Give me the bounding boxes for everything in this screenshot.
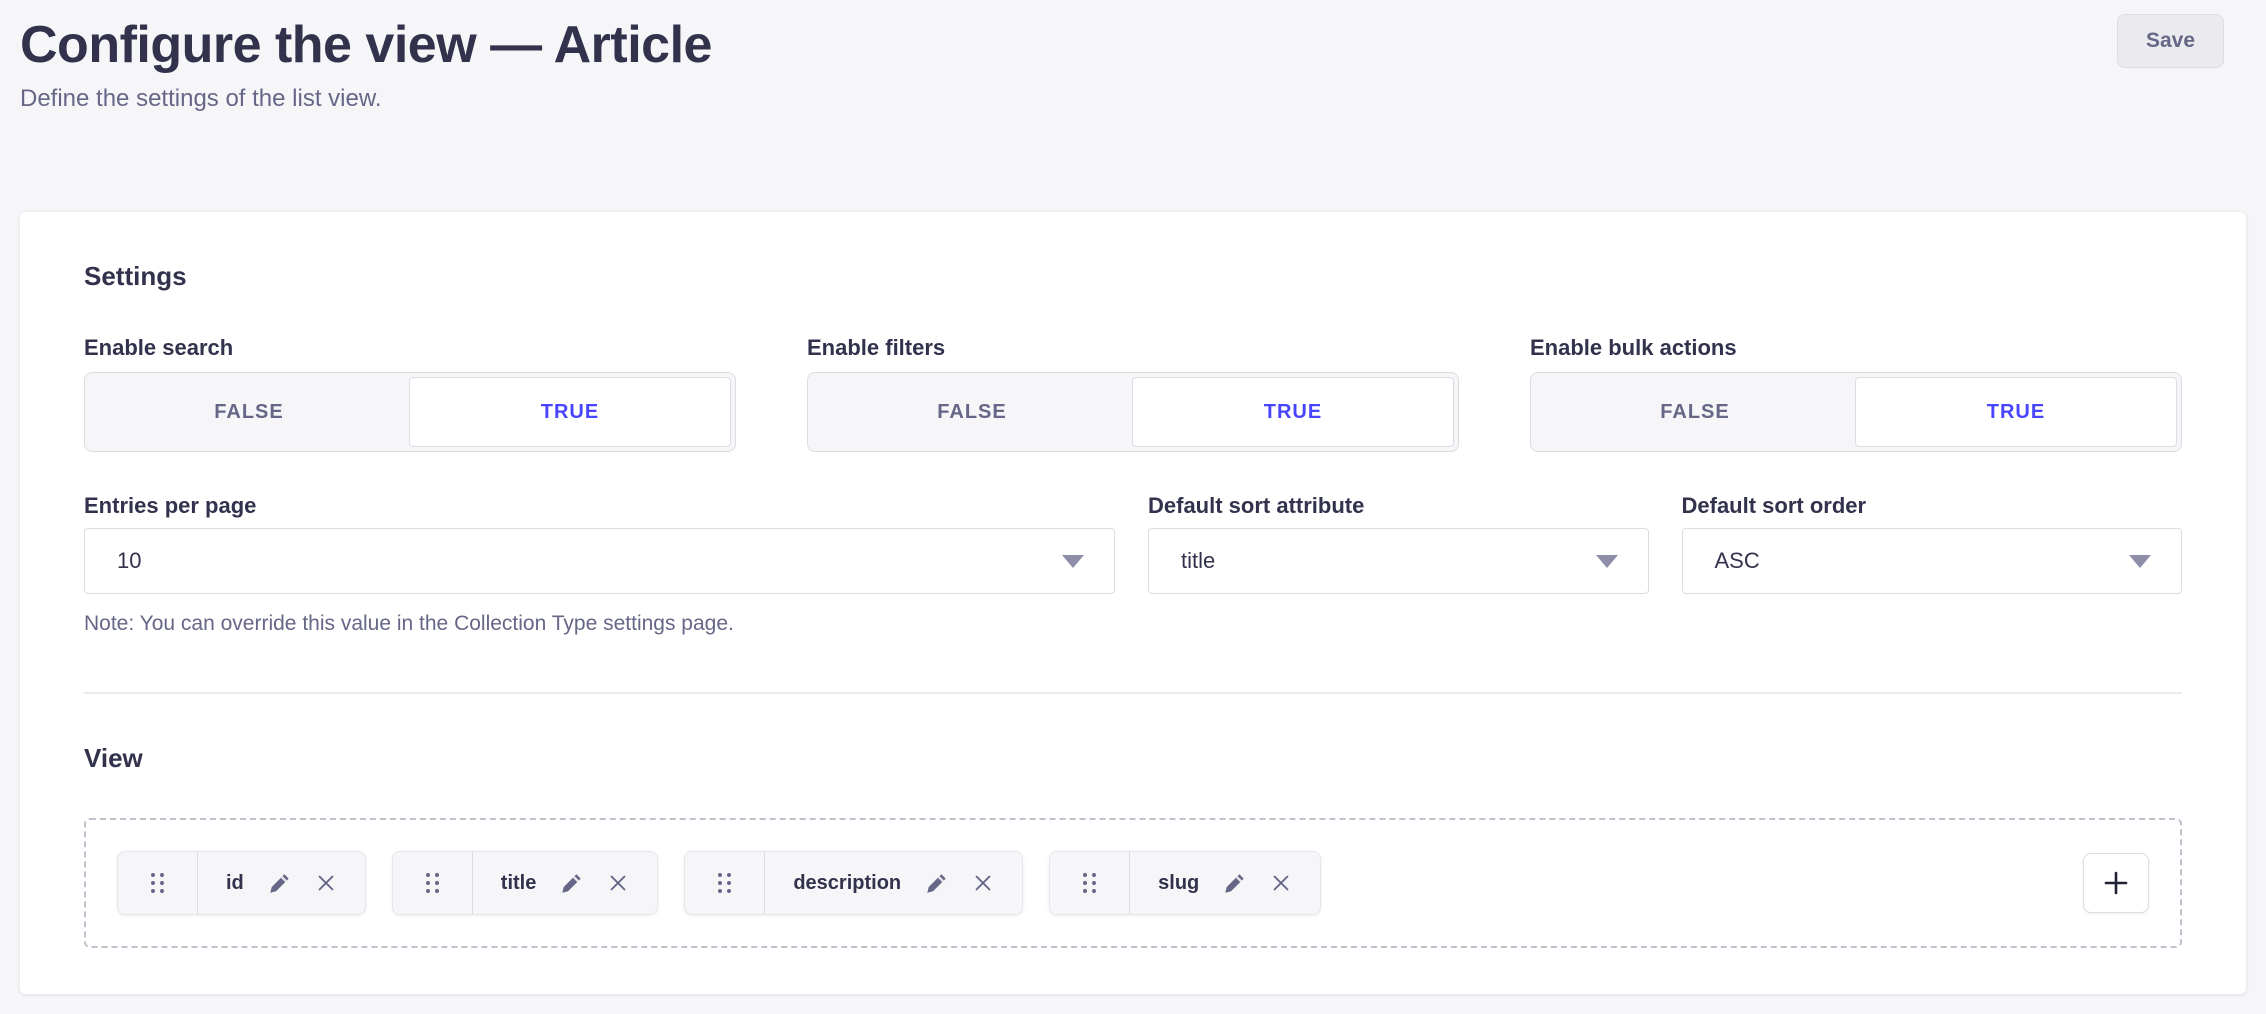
default-sort-attribute-value: title xyxy=(1181,548,1215,574)
page-header: Configure the view — Article Define the … xyxy=(0,0,2266,114)
drag-handle[interactable] xyxy=(393,852,473,914)
settings-section-heading: Settings xyxy=(84,260,2182,292)
remove-x-icon[interactable] xyxy=(1270,872,1292,894)
page-title: Configure the view — Article xyxy=(20,16,2224,74)
field-chip-slug[interactable]: slug xyxy=(1049,851,1321,915)
entries-per-page-select[interactable]: 10 xyxy=(84,528,1115,594)
default-sort-order-field: Default sort order ASC xyxy=(1682,492,2183,594)
enable-filters-false-option[interactable]: FALSE xyxy=(812,377,1132,447)
default-sort-attribute-select[interactable]: title xyxy=(1148,528,1649,594)
save-button[interactable]: Save xyxy=(2117,14,2224,68)
entries-per-page-value: 10 xyxy=(117,548,141,574)
field-chip-label: description xyxy=(793,872,901,895)
entries-per-page-note: Note: You can override this value in the… xyxy=(84,610,1115,638)
page-subtitle: Define the settings of the list view. xyxy=(20,84,2224,114)
settings-card: Settings Enable search FALSE TRUE Enable… xyxy=(20,212,2246,994)
drag-handle-icon xyxy=(716,871,733,895)
edit-pencil-icon[interactable] xyxy=(560,872,583,895)
remove-x-icon[interactable] xyxy=(972,872,994,894)
field-chip-label: slug xyxy=(1158,872,1199,895)
enable-bulk-actions-field: Enable bulk actions FALSE TRUE xyxy=(1530,334,2182,452)
enable-filters-field: Enable filters FALSE TRUE xyxy=(807,334,1459,452)
chevron-down-icon xyxy=(2129,555,2151,568)
field-chip-label: title xyxy=(501,872,537,895)
enable-search-false-option[interactable]: FALSE xyxy=(89,377,409,447)
edit-pencil-icon[interactable] xyxy=(268,872,291,895)
drag-handle[interactable] xyxy=(685,852,765,914)
enable-bulk-actions-false-option[interactable]: FALSE xyxy=(1535,377,1855,447)
enable-filters-toggle: FALSE TRUE xyxy=(807,372,1459,452)
selects-row: Entries per page 10 Note: You can overri… xyxy=(84,492,2182,638)
drag-handle-icon xyxy=(424,871,441,895)
enable-search-toggle: FALSE TRUE xyxy=(84,372,736,452)
chevron-down-icon xyxy=(1062,555,1084,568)
enable-filters-label: Enable filters xyxy=(807,334,1459,362)
remove-x-icon[interactable] xyxy=(315,872,337,894)
enable-search-label: Enable search xyxy=(84,334,736,362)
entries-per-page-field: Entries per page 10 Note: You can overri… xyxy=(84,492,1115,638)
entries-per-page-label: Entries per page xyxy=(84,492,1115,520)
default-sort-order-value: ASC xyxy=(1715,548,1760,574)
section-divider xyxy=(84,692,2182,694)
drag-handle[interactable] xyxy=(1050,852,1130,914)
plus-icon xyxy=(2101,868,2131,898)
drag-handle-icon xyxy=(1081,871,1098,895)
chevron-down-icon xyxy=(1596,555,1618,568)
field-chip-label: id xyxy=(226,872,244,895)
enable-bulk-actions-true-option[interactable]: TRUE xyxy=(1855,377,2177,447)
field-chip-description[interactable]: description xyxy=(684,851,1023,915)
enable-search-true-option[interactable]: TRUE xyxy=(409,377,731,447)
remove-x-icon[interactable] xyxy=(607,872,629,894)
drag-handle-icon xyxy=(149,871,166,895)
add-field-button[interactable] xyxy=(2083,853,2149,913)
default-sort-order-label: Default sort order xyxy=(1682,492,2183,520)
view-fields-dropzone: id xyxy=(84,818,2182,948)
default-sort-attribute-field: Default sort attribute title xyxy=(1148,492,1649,594)
default-sort-attribute-label: Default sort attribute xyxy=(1148,492,1649,520)
toggles-row: Enable search FALSE TRUE Enable filters … xyxy=(84,334,2182,452)
view-section-heading: View xyxy=(84,742,2182,774)
drag-handle[interactable] xyxy=(118,852,198,914)
field-chip-title[interactable]: title xyxy=(392,851,659,915)
configure-view-page: Configure the view — Article Define the … xyxy=(0,0,2266,1014)
field-chip-id[interactable]: id xyxy=(117,851,366,915)
edit-pencil-icon[interactable] xyxy=(925,872,948,895)
default-sort-order-select[interactable]: ASC xyxy=(1682,528,2183,594)
enable-filters-true-option[interactable]: TRUE xyxy=(1132,377,1454,447)
enable-bulk-actions-toggle: FALSE TRUE xyxy=(1530,372,2182,452)
enable-search-field: Enable search FALSE TRUE xyxy=(84,334,736,452)
edit-pencil-icon[interactable] xyxy=(1223,872,1246,895)
enable-bulk-actions-label: Enable bulk actions xyxy=(1530,334,2182,362)
